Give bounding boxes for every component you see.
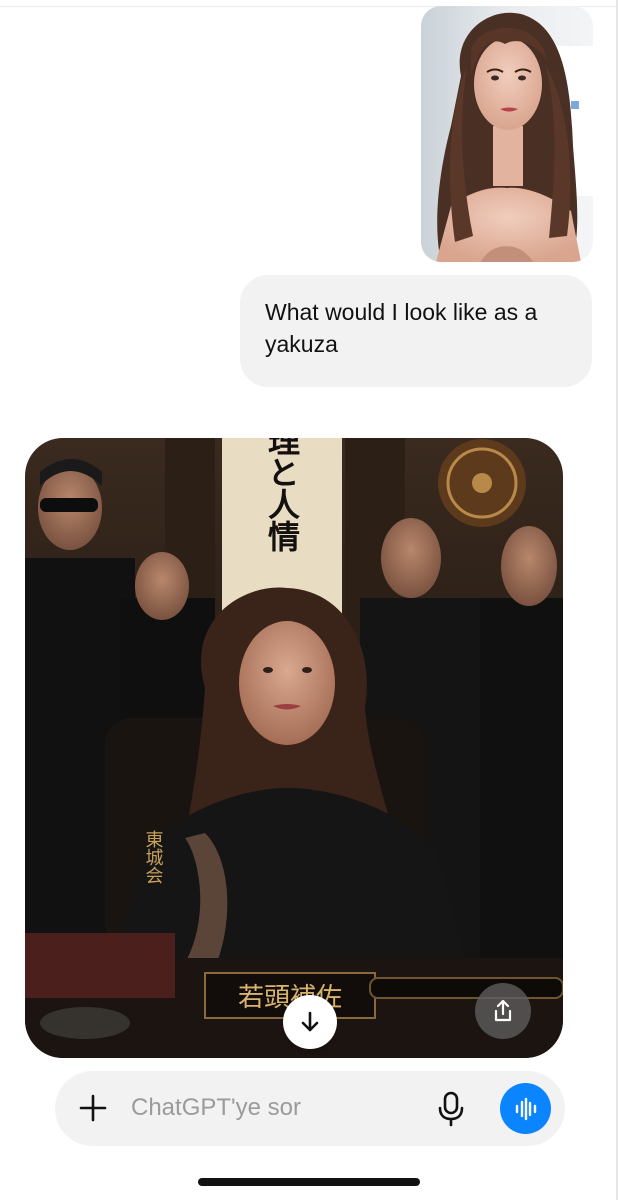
attach-button[interactable] [75, 1090, 111, 1126]
download-button[interactable] [283, 995, 337, 1049]
user-message-text: What would I look like as a yakuza [265, 299, 538, 357]
share-button[interactable] [475, 983, 531, 1039]
share-icon [494, 999, 512, 1022]
jacket-embroidery: 東城会 [143, 830, 164, 884]
yakuza-image: 義理と人情 東城会 若頭補佐 [25, 438, 563, 1058]
dictation-button[interactable] [432, 1089, 470, 1129]
selfie-photo [421, 6, 593, 262]
message-input[interactable] [131, 1090, 421, 1126]
arrow-down-icon [301, 1011, 319, 1032]
voice-mode-button[interactable] [500, 1083, 551, 1134]
microphone-icon [438, 1091, 464, 1127]
user-message-bubble: What would I look like as a yakuza [240, 275, 592, 387]
generated-image[interactable]: 義理と人情 東城会 若頭補佐 [25, 438, 563, 1058]
scroll-calligraphy: 義理と人情 [263, 438, 301, 552]
plus-icon [79, 1094, 107, 1122]
composer [55, 1071, 565, 1146]
voice-mode-icon [515, 1097, 536, 1120]
home-indicator[interactable] [198, 1178, 420, 1186]
user-photo-attachment[interactable] [421, 6, 593, 262]
